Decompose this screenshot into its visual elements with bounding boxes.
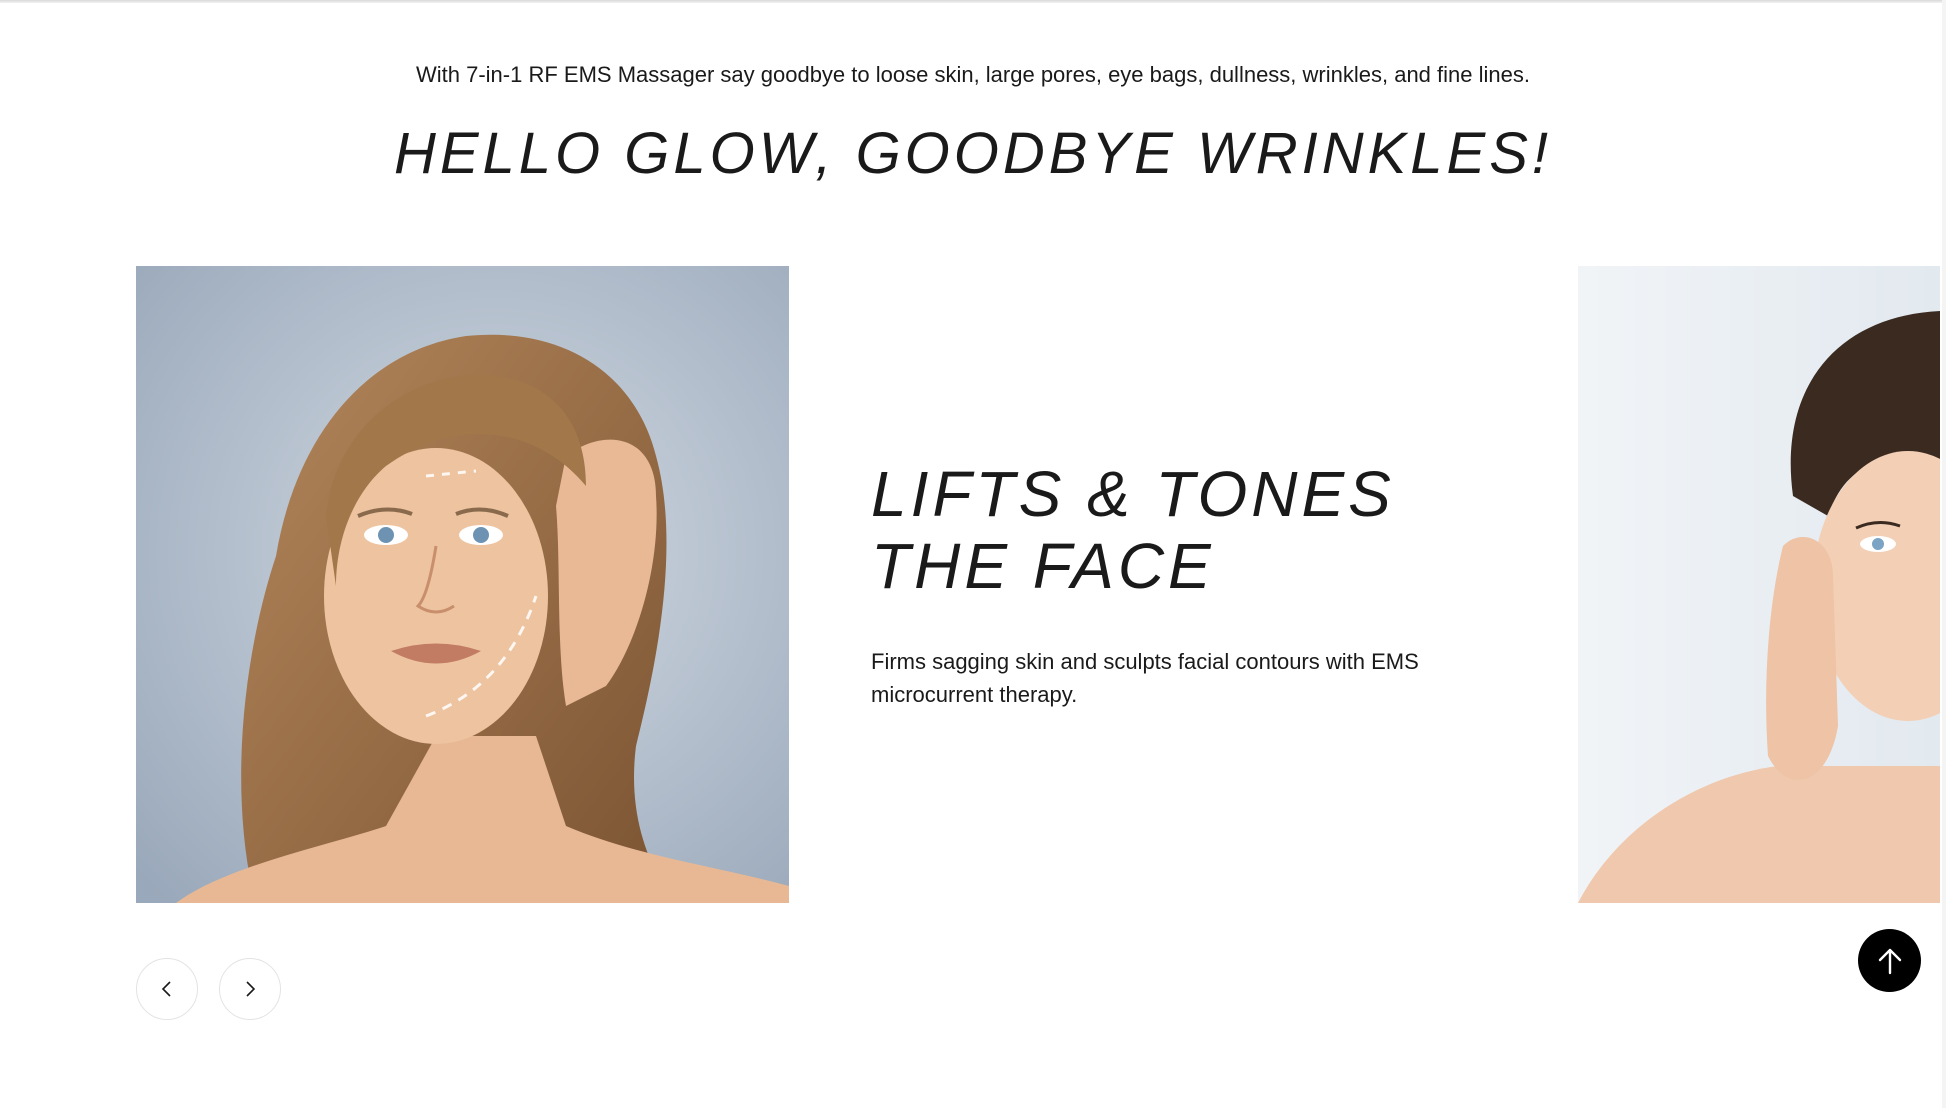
back-to-top-button[interactable] (1858, 929, 1921, 992)
intro-text: With 7-in-1 RF EMS Massager say goodbye … (416, 62, 1530, 87)
slide-description: Firms sagging skin and sculpts facial co… (871, 649, 1419, 707)
slide-title-line1: LIFTS & TONES (871, 458, 1395, 530)
slide-title: LIFTS & TONES THE FACE (871, 458, 1471, 602)
slide-title-line2: THE FACE (871, 530, 1215, 602)
slide-image-woman-face (136, 266, 789, 903)
top-border (0, 0, 1946, 3)
carousel-prev-button[interactable] (136, 958, 198, 1020)
chevron-right-icon (246, 981, 256, 997)
section-headline: HELLO GLOW, GOODBYE WRINKLES! (393, 121, 1553, 186)
chevron-left-icon (161, 981, 171, 997)
carousel-next-button[interactable] (219, 958, 281, 1020)
next-slide-image[interactable] (1578, 266, 1940, 903)
arrow-up-icon (1878, 948, 1901, 974)
